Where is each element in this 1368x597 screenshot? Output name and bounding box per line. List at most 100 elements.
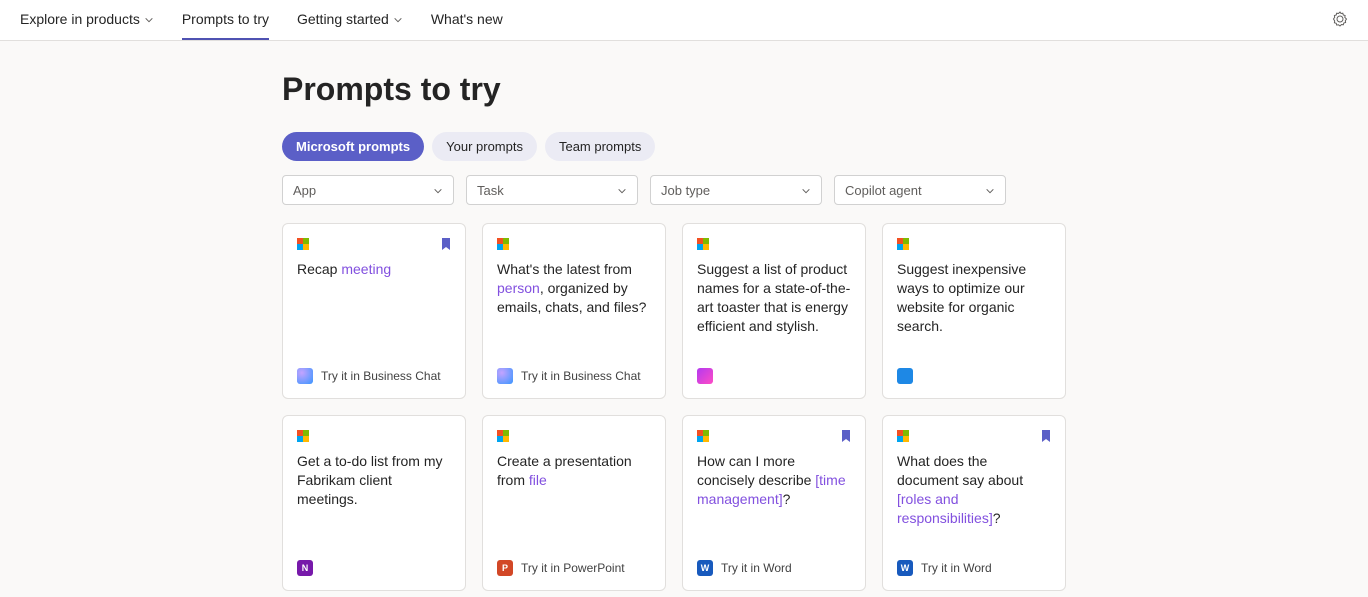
bookmark-icon: [1041, 430, 1051, 442]
bookmark-icon: [441, 238, 451, 250]
filter-label: Copilot agent: [845, 183, 922, 198]
pill-team-prompts[interactable]: Team prompts: [545, 132, 655, 161]
nav-left: Explore in products Prompts to try Getti…: [20, 0, 503, 40]
prompt-card[interactable]: What does the document say about [roles …: [882, 415, 1066, 591]
microsoft-logo-icon: [297, 430, 309, 442]
card-footer: [897, 368, 1051, 384]
card-header: [697, 430, 851, 442]
card-footer: N: [297, 560, 451, 576]
prompt-pre: Suggest a list of product names for a st…: [697, 261, 850, 334]
prompt-pre: Suggest inexpensive ways to optimize our…: [897, 261, 1026, 334]
microsoft-logo-icon: [897, 430, 909, 442]
card-header: [297, 238, 451, 250]
nav-label: Prompts to try: [182, 11, 269, 27]
prompt-variable: file: [529, 472, 547, 488]
prompt-variable: [roles and responsibilities]: [897, 491, 993, 526]
prompt-pre: Recap: [297, 261, 341, 277]
microsoft-logo-icon: [297, 238, 309, 250]
ppt-app-icon: P: [497, 560, 513, 576]
prompt-pre: How can I more concisely describe: [697, 453, 815, 488]
filter-label: Task: [477, 183, 504, 198]
nav-prompts-to-try[interactable]: Prompts to try: [182, 0, 269, 40]
prompt-text: Suggest a list of product names for a st…: [697, 260, 851, 368]
card-footer: P Try it in PowerPoint: [497, 560, 651, 576]
chat-app-icon: [497, 368, 513, 384]
filter-job-type[interactable]: Job type: [650, 175, 822, 205]
card-footer: Try it in Business Chat: [297, 368, 451, 384]
onenote-app-icon: N: [297, 560, 313, 576]
prompt-pre: What's the latest from: [497, 261, 632, 277]
prompt-card[interactable]: How can I more concisely describe [time …: [682, 415, 866, 591]
prompt-post: ?: [783, 491, 791, 507]
card-header: [497, 430, 651, 442]
nav-label: Explore in products: [20, 11, 140, 27]
try-in-label: Try it in PowerPoint: [521, 561, 625, 575]
card-footer: W Try it in Word: [897, 560, 1051, 576]
nav-getting-started[interactable]: Getting started: [297, 0, 403, 40]
filter-copilot-agent[interactable]: Copilot agent: [834, 175, 1006, 205]
prompt-card[interactable]: What's the latest from person, organized…: [482, 223, 666, 399]
card-header: [497, 238, 651, 250]
try-in-label: Try it in Business Chat: [521, 369, 641, 383]
nav-label: Getting started: [297, 11, 389, 27]
card-header: [297, 430, 451, 442]
try-in-label: Try it in Business Chat: [321, 369, 441, 383]
pill-your-prompts[interactable]: Your prompts: [432, 132, 537, 161]
filter-app[interactable]: App: [282, 175, 454, 205]
word-app-icon: W: [897, 560, 913, 576]
prompt-text: How can I more concisely describe [time …: [697, 452, 851, 560]
try-in-label: Try it in Word: [721, 561, 792, 575]
page-title: Prompts to try: [282, 71, 1072, 108]
settings-button[interactable]: [1332, 11, 1348, 30]
gear-icon: [1332, 11, 1348, 27]
prompt-text: Get a to-do list from my Fabrikam client…: [297, 452, 451, 560]
card-footer: Try it in Business Chat: [497, 368, 651, 384]
prompt-card[interactable]: Recap meeting Try it in Business Chat: [282, 223, 466, 399]
top-nav: Explore in products Prompts to try Getti…: [0, 0, 1368, 40]
prompt-grid: Recap meeting Try it in Business Chat Wh…: [282, 223, 1072, 591]
prompt-pre: Get a to-do list from my Fabrikam client…: [297, 453, 442, 507]
card-footer: [697, 368, 851, 384]
nav-whats-new[interactable]: What's new: [431, 0, 503, 40]
prompt-post: ?: [993, 510, 1001, 526]
chevron-down-icon: [433, 186, 443, 196]
prompt-pre: What does the document say about: [897, 453, 1023, 488]
chevron-down-icon: [985, 186, 995, 196]
prompt-card[interactable]: Get a to-do list from my Fabrikam client…: [282, 415, 466, 591]
nav-explore-in-products[interactable]: Explore in products: [20, 0, 154, 40]
bookmark-icon: [841, 430, 851, 442]
chevron-down-icon: [144, 15, 154, 25]
chevron-down-icon: [393, 15, 403, 25]
prompt-text: What's the latest from person, organized…: [497, 260, 651, 368]
prompt-pre: Create a presentation from: [497, 453, 632, 488]
loop-app-icon: [697, 368, 713, 384]
card-header: [697, 238, 851, 250]
prompt-text: Create a presentation from file: [497, 452, 651, 560]
prompt-text: Recap meeting: [297, 260, 451, 368]
card-footer: W Try it in Word: [697, 560, 851, 576]
prompt-card[interactable]: Suggest inexpensive ways to optimize our…: [882, 223, 1066, 399]
try-in-label: Try it in Word: [921, 561, 992, 575]
prompt-variable: meeting: [341, 261, 391, 277]
nav-label: What's new: [431, 11, 503, 27]
filter-label: App: [293, 183, 316, 198]
card-header: [897, 238, 1051, 250]
chevron-down-icon: [617, 186, 627, 196]
prompt-text: What does the document say about [roles …: [897, 452, 1051, 560]
card-header: [897, 430, 1051, 442]
chevron-down-icon: [801, 186, 811, 196]
prompt-card[interactable]: Create a presentation from file P Try it…: [482, 415, 666, 591]
filter-row: App Task Job type Copilot agent: [282, 175, 1072, 205]
microsoft-logo-icon: [697, 238, 709, 250]
chat-app-icon: [297, 368, 313, 384]
pill-microsoft-prompts[interactable]: Microsoft prompts: [282, 132, 424, 161]
microsoft-logo-icon: [897, 238, 909, 250]
filter-label: Job type: [661, 183, 710, 198]
main-content: Prompts to try Microsoft prompts Your pr…: [282, 41, 1072, 591]
microsoft-logo-icon: [497, 238, 509, 250]
microsoft-logo-icon: [497, 430, 509, 442]
prompt-variable: person: [497, 280, 540, 296]
filter-task[interactable]: Task: [466, 175, 638, 205]
microsoft-logo-icon: [697, 430, 709, 442]
prompt-card[interactable]: Suggest a list of product names for a st…: [682, 223, 866, 399]
